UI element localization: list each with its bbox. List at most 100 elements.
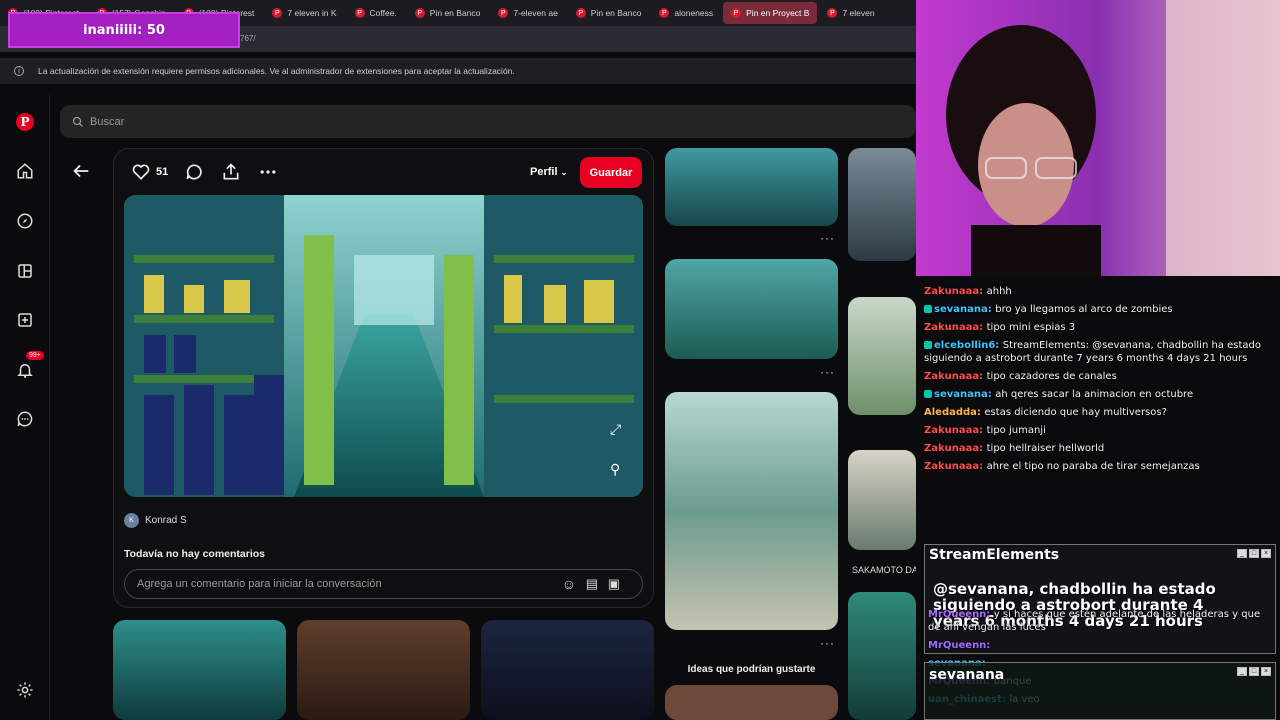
pin-detail-card: 51 Perfil ⌄ Guardar ⤢ ⚲ K Konrad S Todav… bbox=[113, 148, 654, 608]
chat-text: tipo cazadores de canales bbox=[986, 371, 1117, 382]
extension-info-bar: i La actualización de extensión requiere… bbox=[0, 58, 916, 84]
author-row[interactable]: K Konrad S bbox=[124, 513, 187, 528]
maximize-icon[interactable]: □ bbox=[1249, 549, 1259, 558]
browser-tab[interactable]: Paloneness bbox=[651, 2, 721, 24]
pin-toolbar: 51 Perfil ⌄ Guardar bbox=[114, 149, 653, 195]
browser-tab[interactable]: P Pin en Banco bbox=[407, 2, 489, 24]
chat-username[interactable]: sevanana: bbox=[934, 304, 995, 315]
tab-label: aloneness bbox=[674, 8, 714, 18]
avatar: K bbox=[124, 513, 139, 528]
feed-pin-image[interactable] bbox=[665, 392, 838, 630]
pin-main-image[interactable]: ⤢ ⚲ bbox=[124, 195, 643, 497]
chat-text: tipo mini espias 3 bbox=[986, 322, 1076, 333]
more-options-icon[interactable]: ··· bbox=[820, 365, 835, 379]
maximize-icon[interactable]: □ bbox=[1249, 667, 1259, 676]
minimize-icon[interactable]: _ bbox=[1237, 549, 1247, 558]
pinterest-favicon-icon: P bbox=[414, 8, 425, 18]
home-icon[interactable] bbox=[14, 160, 36, 182]
tab-label: 7 eleven in K bbox=[287, 8, 337, 18]
feed-pin-image[interactable] bbox=[665, 685, 838, 720]
chat-username[interactable]: Zakunaaa: bbox=[924, 461, 987, 472]
feed-pin-image[interactable] bbox=[665, 148, 838, 226]
chat-username[interactable]: Aledadda: bbox=[924, 407, 984, 418]
subscriber-badge-icon bbox=[924, 305, 932, 313]
chat-username[interactable]: Zakunaaa: bbox=[924, 322, 987, 333]
close-icon[interactable]: × bbox=[1261, 667, 1271, 676]
pinterest-logo-icon[interactable]: P bbox=[14, 111, 36, 133]
chat-message: sevanana: bro ya llegamos al arco de zom… bbox=[920, 301, 1280, 319]
chat-message: elcebollin6: StreamElements: @sevanana, … bbox=[920, 337, 1280, 368]
chat-username[interactable]: Zakunaaa: bbox=[924, 286, 987, 297]
feed-pin-image[interactable] bbox=[848, 450, 916, 550]
chat-username[interactable]: MrQueenn: bbox=[928, 609, 994, 620]
share-icon[interactable] bbox=[221, 162, 241, 182]
webcam-feed bbox=[916, 0, 1280, 276]
image-icon[interactable]: ▣ bbox=[608, 576, 620, 592]
url-text: 767/ bbox=[240, 34, 256, 43]
pinterest-logo: P bbox=[16, 113, 34, 131]
browser-tab[interactable]: P 7-eleven ae bbox=[490, 2, 565, 24]
messages-icon[interactable] bbox=[14, 408, 36, 430]
feed-pin-image[interactable] bbox=[848, 148, 916, 261]
chat-username[interactable]: sevanana: bbox=[934, 389, 995, 400]
chat-username[interactable]: Zakunaaa: bbox=[924, 443, 987, 454]
comment-icon[interactable] bbox=[184, 162, 204, 182]
feed-pin-image[interactable] bbox=[113, 620, 286, 720]
emoji-icon[interactable]: ☺ bbox=[562, 576, 576, 592]
save-button[interactable]: Guardar bbox=[580, 157, 642, 188]
feed-pin-image[interactable] bbox=[297, 620, 470, 720]
feed-pin-image[interactable] bbox=[481, 620, 654, 720]
browser-tab[interactable]: P 7 eleven in K bbox=[264, 2, 344, 24]
comment-placeholder: Agrega un comentario para iniciar la con… bbox=[137, 578, 382, 590]
close-icon[interactable]: × bbox=[1261, 549, 1271, 558]
settings-icon[interactable] bbox=[14, 679, 36, 701]
feed-pin-image[interactable] bbox=[848, 297, 916, 415]
chat-message: Zakunaaa: tipo cazadores de canales bbox=[920, 368, 1280, 386]
boards-icon[interactable] bbox=[14, 260, 36, 282]
back-arrow-icon[interactable] bbox=[70, 160, 92, 182]
info-message: La actualización de extensión requiere p… bbox=[38, 66, 515, 76]
browser-tab[interactable]: P Coffee. bbox=[347, 2, 405, 24]
create-icon[interactable] bbox=[14, 309, 36, 331]
chat-message: Zakunaaa: tipo mini espias 3 bbox=[920, 319, 1280, 337]
popup-title: sevanana bbox=[929, 667, 1005, 683]
chat-message: Zakunaaa: ahhh bbox=[920, 283, 1280, 301]
chat-username[interactable]: Zakunaaa: bbox=[924, 371, 987, 382]
pinterest-sidebar: P 99+ bbox=[0, 95, 50, 720]
sticker-icon[interactable]: ▤ bbox=[586, 576, 598, 592]
chat-message: MrQueenn: y si haces que estén adelante … bbox=[924, 606, 1276, 637]
chat-username[interactable]: Zakunaaa: bbox=[924, 425, 987, 436]
chat-username[interactable]: elcebollin6: bbox=[934, 340, 1003, 351]
heart-icon[interactable] bbox=[131, 162, 151, 182]
stream-counter-overlay: inaniiiii: 50 bbox=[8, 12, 240, 48]
visual-search-icon[interactable]: ⚲ bbox=[610, 461, 620, 478]
chat-text: ah qeres sacar la animacion en octubre bbox=[995, 389, 1194, 400]
more-options-icon[interactable]: ··· bbox=[820, 636, 835, 650]
browser-tab[interactable]: P Pin en Banco bbox=[568, 2, 650, 24]
notifications-icon[interactable]: 99+ bbox=[14, 351, 44, 381]
chat-message: sevanana: ah qeres sacar la animacion en… bbox=[920, 386, 1280, 404]
expand-icon[interactable]: ⤢ bbox=[610, 421, 621, 438]
pinterest-favicon-icon: P bbox=[498, 8, 509, 18]
minimize-icon[interactable]: _ bbox=[1237, 667, 1247, 676]
feed-pin-image[interactable] bbox=[848, 592, 916, 720]
profile-dropdown[interactable]: Perfil ⌄ bbox=[530, 166, 567, 178]
subscriber-badge-icon bbox=[924, 341, 932, 349]
pinterest-favicon-icon: P bbox=[731, 8, 742, 18]
chat-username[interactable]: MrQueenn: bbox=[928, 640, 990, 651]
more-options-icon[interactable] bbox=[258, 162, 278, 182]
browser-tab[interactable]: P Pin en Proyect B bbox=[723, 2, 818, 24]
comment-input[interactable]: Agrega un comentario para iniciar la con… bbox=[124, 569, 643, 599]
chat-popup-window: sevanana _ □ × bbox=[924, 662, 1276, 720]
chevron-down-icon: ⌄ bbox=[560, 168, 568, 177]
more-options-icon[interactable]: ··· bbox=[820, 231, 835, 245]
stream-chat: Zakunaaa: ahhh sevanana: bro ya llegamos … bbox=[920, 283, 1280, 545]
explore-icon[interactable] bbox=[14, 210, 36, 232]
pin-caption: SAKAMOTO DA bbox=[852, 565, 916, 575]
browser-tab[interactable]: P 7 eleven bbox=[819, 2, 882, 24]
search-input[interactable]: Buscar bbox=[60, 105, 916, 138]
feed-pin-image[interactable] bbox=[665, 259, 838, 359]
tab-label: Coffee. bbox=[369, 8, 397, 18]
tab-label: Pin en Banco bbox=[590, 8, 642, 18]
tab-label: 7-eleven ae bbox=[513, 8, 558, 18]
